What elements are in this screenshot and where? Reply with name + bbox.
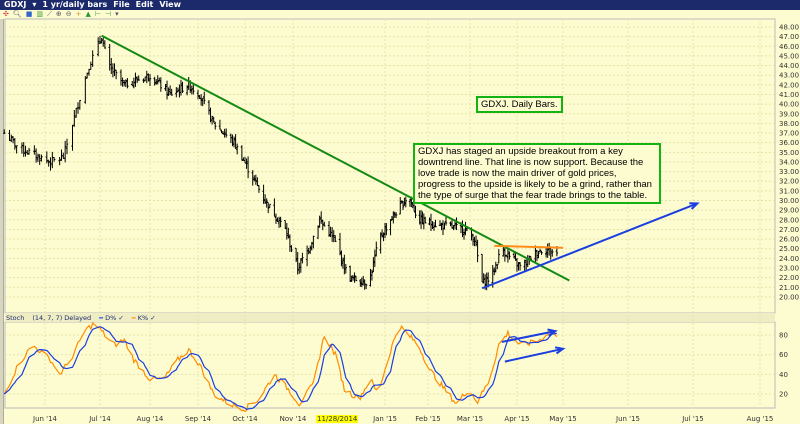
y-tick-label: 21.00 bbox=[779, 284, 799, 292]
y-tick-label: 44.00 bbox=[779, 62, 799, 70]
y-tick-label: 47.00 bbox=[779, 33, 799, 41]
stoch-name[interactable]: Stoch bbox=[6, 314, 24, 322]
stoch-y-tick-label: 60 bbox=[779, 351, 788, 359]
y-tick-label: 39.00 bbox=[779, 110, 799, 118]
stoch-y-tick-label: 40 bbox=[779, 371, 788, 379]
y-tick-label: 38.00 bbox=[779, 120, 799, 128]
stoch-legend: Stoch (14, 7, 7) Delayed ━ D% ✓ ━ K% ✓ bbox=[6, 314, 156, 322]
x-tick-label: Sep '14 bbox=[185, 415, 212, 423]
y-tick-label: 24.00 bbox=[779, 255, 799, 263]
y-tick-label: 22.00 bbox=[779, 274, 799, 282]
y-tick-label: 41.00 bbox=[779, 91, 799, 99]
y-tick-label: 36.00 bbox=[779, 139, 799, 147]
x-tick-label: May '15 bbox=[549, 415, 577, 423]
y-tick-label: 48.00 bbox=[779, 24, 799, 32]
highlighted-date: 11/28/2014 bbox=[316, 415, 359, 423]
x-tick-label: Jul '14 bbox=[88, 415, 111, 423]
commentary-note: GDXJ has staged an upside breakout from … bbox=[413, 143, 661, 204]
y-tick-label: 31.00 bbox=[779, 187, 799, 195]
y-tick-label: 30.00 bbox=[779, 197, 799, 205]
d-label[interactable]: D% bbox=[105, 314, 116, 322]
y-tick-label: 40.00 bbox=[779, 101, 799, 109]
x-tick-label: Apr '15 bbox=[504, 415, 529, 423]
x-tick-label: Jan '15 bbox=[372, 415, 397, 423]
x-tick-label: Jun '14 bbox=[32, 415, 58, 423]
x-tick-label: Aug '14 bbox=[137, 415, 164, 423]
y-tick-label: 42.00 bbox=[779, 81, 799, 89]
y-tick-label: 20.00 bbox=[779, 293, 799, 301]
y-tick-label: 29.00 bbox=[779, 207, 799, 215]
k-label[interactable]: K% bbox=[138, 314, 148, 322]
y-tick-label: 32.00 bbox=[779, 178, 799, 186]
x-tick-label: Aug '15 bbox=[747, 415, 774, 423]
x-tick-label: Mar '15 bbox=[457, 415, 483, 423]
y-tick-label: 25.00 bbox=[779, 245, 799, 253]
x-tick-label: Jul '15 bbox=[681, 415, 704, 423]
y-tick-label: 34.00 bbox=[779, 158, 799, 166]
stoch-y-tick-label: 20 bbox=[779, 391, 788, 399]
y-tick-label: 33.00 bbox=[779, 168, 799, 176]
y-tick-label: 43.00 bbox=[779, 72, 799, 80]
stoch-params[interactable]: (14, 7, 7) Delayed bbox=[32, 314, 91, 322]
chart-canvas: 48.0047.00 46.0045.00 44.00 43.0042.00 41.00… bbox=[2, 18, 799, 423]
x-tick-label: Feb '15 bbox=[415, 415, 440, 423]
x-tick-label: Oct '14 bbox=[232, 415, 258, 423]
stoch-y-tick-label: 80 bbox=[779, 332, 788, 340]
chart-title-note: GDXJ. Daily Bars. bbox=[476, 96, 563, 113]
y-tick-label: 26.00 bbox=[779, 236, 799, 244]
x-tick-label: Jun '15 bbox=[615, 415, 640, 423]
y-tick-label: 28.00 bbox=[779, 216, 799, 224]
y-tick-label: 35.00 bbox=[779, 149, 799, 157]
y-tick-label: 23.00 bbox=[779, 265, 799, 273]
x-tick-label: Nov '14 bbox=[280, 415, 307, 423]
y-tick-label: 37.00 bbox=[779, 130, 799, 138]
y-tick-label: 46.00 bbox=[779, 43, 799, 51]
y-tick-label: 27.00 bbox=[779, 226, 799, 234]
y-tick-label: 45.00 bbox=[779, 52, 799, 60]
